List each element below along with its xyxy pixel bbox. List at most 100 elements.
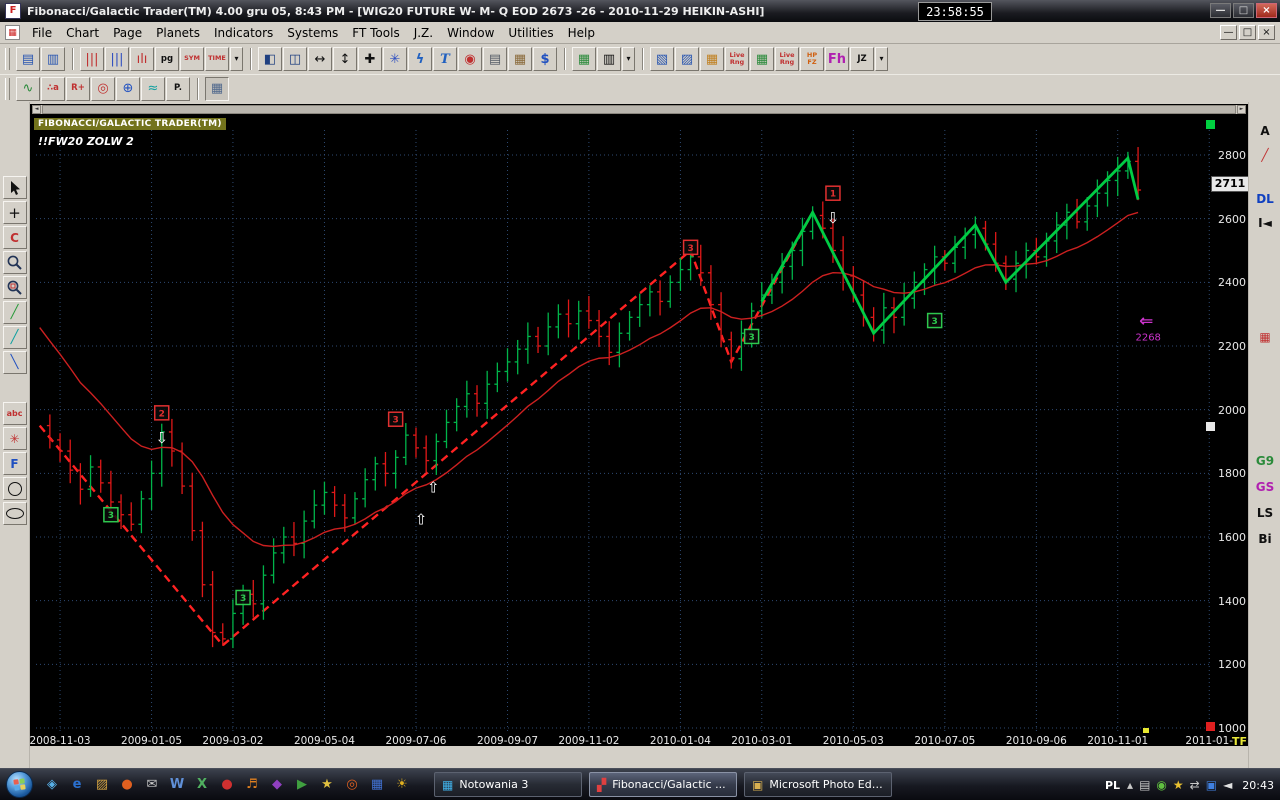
- c-tool[interactable]: C: [2, 226, 27, 249]
- quick-launch-player-green[interactable]: ▶: [292, 774, 312, 794]
- quick-launch-internet-explorer[interactable]: e: [67, 774, 87, 794]
- ls-tool[interactable]: LS: [1249, 506, 1280, 520]
- snowflake-button[interactable]: ✳: [383, 47, 407, 71]
- display-icon[interactable]: ▣: [1206, 778, 1217, 792]
- quick-launch-app-purple[interactable]: ◆: [267, 774, 287, 794]
- range-grid-2-button[interactable]: ▦: [750, 47, 774, 71]
- scroll-marker-green[interactable]: [1206, 120, 1215, 129]
- trendline-green-tool[interactable]: ╱: [2, 301, 27, 324]
- quick-launch-excel[interactable]: X: [192, 774, 212, 794]
- quick-launch-mail[interactable]: ✉: [142, 774, 162, 794]
- bar-style-dropdown[interactable]: ▾: [622, 47, 635, 71]
- print-button[interactable]: ▤: [483, 47, 507, 71]
- scroll-left-arrow-icon[interactable]: ◄: [32, 105, 41, 114]
- chart-h-scrollbar[interactable]: ◄ ►: [32, 105, 1246, 114]
- menu-item-window[interactable]: Window: [440, 23, 501, 43]
- tile-windows-button[interactable]: ◫: [283, 47, 307, 71]
- crosshair-tool[interactable]: +: [2, 201, 27, 224]
- tray-clock[interactable]: 20:43: [1242, 779, 1274, 792]
- hp-fz-button[interactable]: HP FZ: [800, 47, 824, 71]
- mdi-restore-button[interactable]: □: [1239, 25, 1256, 40]
- bar-style-button[interactable]: ▥: [597, 47, 621, 71]
- live-range-2-button[interactable]: Live Rng: [775, 47, 799, 71]
- quick-launch-app-yellow[interactable]: ★: [317, 774, 337, 794]
- quick-launch-app-red[interactable]: ●: [217, 774, 237, 794]
- network-icon[interactable]: ⇄: [1190, 778, 1200, 792]
- trendline-cyan-tool[interactable]: ╱: [2, 326, 27, 349]
- menu-item-file[interactable]: File: [25, 23, 59, 43]
- keyboard-icon[interactable]: ▤: [1139, 778, 1150, 792]
- wave-tool-button[interactable]: ∿: [16, 76, 40, 101]
- chart-plot[interactable]: 3 2 ⇩ 3 3 ⇧ ⇧ 3 3 1 ⇩ 3 ⇐2268: [30, 116, 1210, 732]
- menu-item-planets[interactable]: Planets: [149, 23, 207, 43]
- bar-chart-red-button[interactable]: |||: [80, 47, 104, 71]
- text-label-tool[interactable]: abc: [2, 402, 27, 425]
- menu-item-systems[interactable]: Systems: [280, 23, 345, 43]
- task-notowania[interactable]: ▦ Notowania 3: [434, 772, 582, 797]
- new-chart-button[interactable]: ▤: [16, 47, 40, 71]
- circle-tool[interactable]: [2, 477, 27, 500]
- planet-button[interactable]: ◉: [458, 47, 482, 71]
- lightning-button[interactable]: ϟ: [408, 47, 432, 71]
- center-view-button[interactable]: ✚: [358, 47, 382, 71]
- scroll-marker-white[interactable]: [1206, 422, 1215, 431]
- dl-tool[interactable]: DL: [1249, 192, 1280, 206]
- pencil-tool[interactable]: ╱: [1249, 148, 1280, 162]
- child-window-icon[interactable]: ▦: [5, 25, 20, 40]
- jz-dropdown[interactable]: ▾: [875, 47, 888, 71]
- time-button[interactable]: TIME: [205, 47, 229, 71]
- start-button[interactable]: [6, 771, 33, 798]
- sym-button[interactable]: SYM: [180, 47, 204, 71]
- trendline-blue-tool[interactable]: ╲: [2, 351, 27, 374]
- zoom-window-tool[interactable]: [2, 276, 27, 299]
- chart-type-dropdown[interactable]: ▾: [230, 47, 243, 71]
- cycles-button[interactable]: ≈: [141, 76, 165, 101]
- dollar-button[interactable]: $: [533, 47, 557, 71]
- f-h-button[interactable]: Fh: [825, 47, 849, 71]
- quick-launch-word[interactable]: W: [167, 774, 187, 794]
- close-button[interactable]: ×: [1256, 3, 1277, 18]
- red-grid-tool[interactable]: ▦: [1249, 330, 1280, 344]
- minimize-button[interactable]: —: [1210, 3, 1231, 18]
- hidden-icons-expander[interactable]: ▴: [1127, 778, 1133, 792]
- astro-dots-button[interactable]: ∴a: [41, 76, 65, 101]
- quick-launch-media-player[interactable]: ●: [117, 774, 137, 794]
- quick-launch-music[interactable]: ♬: [242, 774, 262, 794]
- menu-item-j-z[interactable]: J.Z.: [407, 23, 440, 43]
- scroll-marker-red[interactable]: [1206, 722, 1215, 731]
- scroll-thumb[interactable]: [42, 105, 1236, 114]
- quick-launch-folder[interactable]: ▨: [92, 774, 112, 794]
- maximize-button[interactable]: □: [1233, 3, 1254, 18]
- ellipse-tool[interactable]: [2, 502, 27, 525]
- page-chart-2-button[interactable]: ▨: [675, 47, 699, 71]
- page-chart-1-button[interactable]: ▧: [650, 47, 674, 71]
- zoom-tool[interactable]: [2, 251, 27, 274]
- i-tool[interactable]: I◄: [1249, 216, 1280, 230]
- menu-item-utilities[interactable]: Utilities: [501, 23, 560, 43]
- menu-item-ft-tools[interactable]: FT Tools: [345, 23, 406, 43]
- menu-item-page[interactable]: Page: [106, 23, 149, 43]
- quick-launch-grid-app[interactable]: ▦: [367, 774, 387, 794]
- open-layout-button[interactable]: ▥: [41, 47, 65, 71]
- grid-green-button[interactable]: ▦: [572, 47, 596, 71]
- update-icon[interactable]: ★: [1173, 778, 1184, 792]
- range-grid-1-button[interactable]: ▦: [700, 47, 724, 71]
- fit-height-button[interactable]: ↕: [333, 47, 357, 71]
- retrograde-button[interactable]: R+: [66, 76, 90, 101]
- menu-item-help[interactable]: Help: [561, 23, 602, 43]
- pg-button[interactable]: pg: [155, 47, 179, 71]
- grid-mode-button[interactable]: ▦: [205, 76, 229, 101]
- bar-chart-small-button[interactable]: ılı: [130, 47, 154, 71]
- quick-launch-target-app[interactable]: ◎: [342, 774, 362, 794]
- task-photo-editor[interactable]: ▣ Microsoft Photo Edi...: [744, 772, 892, 797]
- bi-tool[interactable]: Bi: [1249, 532, 1280, 546]
- a-tool[interactable]: A: [1249, 124, 1280, 138]
- fibonacci-tool[interactable]: F: [2, 452, 27, 475]
- menu-item-chart[interactable]: Chart: [59, 23, 106, 43]
- globe-button[interactable]: ⊕: [116, 76, 140, 101]
- gs-tool[interactable]: GS: [1249, 480, 1280, 494]
- fit-width-button[interactable]: ↔: [308, 47, 332, 71]
- cascade-windows-button[interactable]: ◧: [258, 47, 282, 71]
- g9-tool[interactable]: G9: [1249, 454, 1280, 468]
- live-range-1-button[interactable]: Live Rng: [725, 47, 749, 71]
